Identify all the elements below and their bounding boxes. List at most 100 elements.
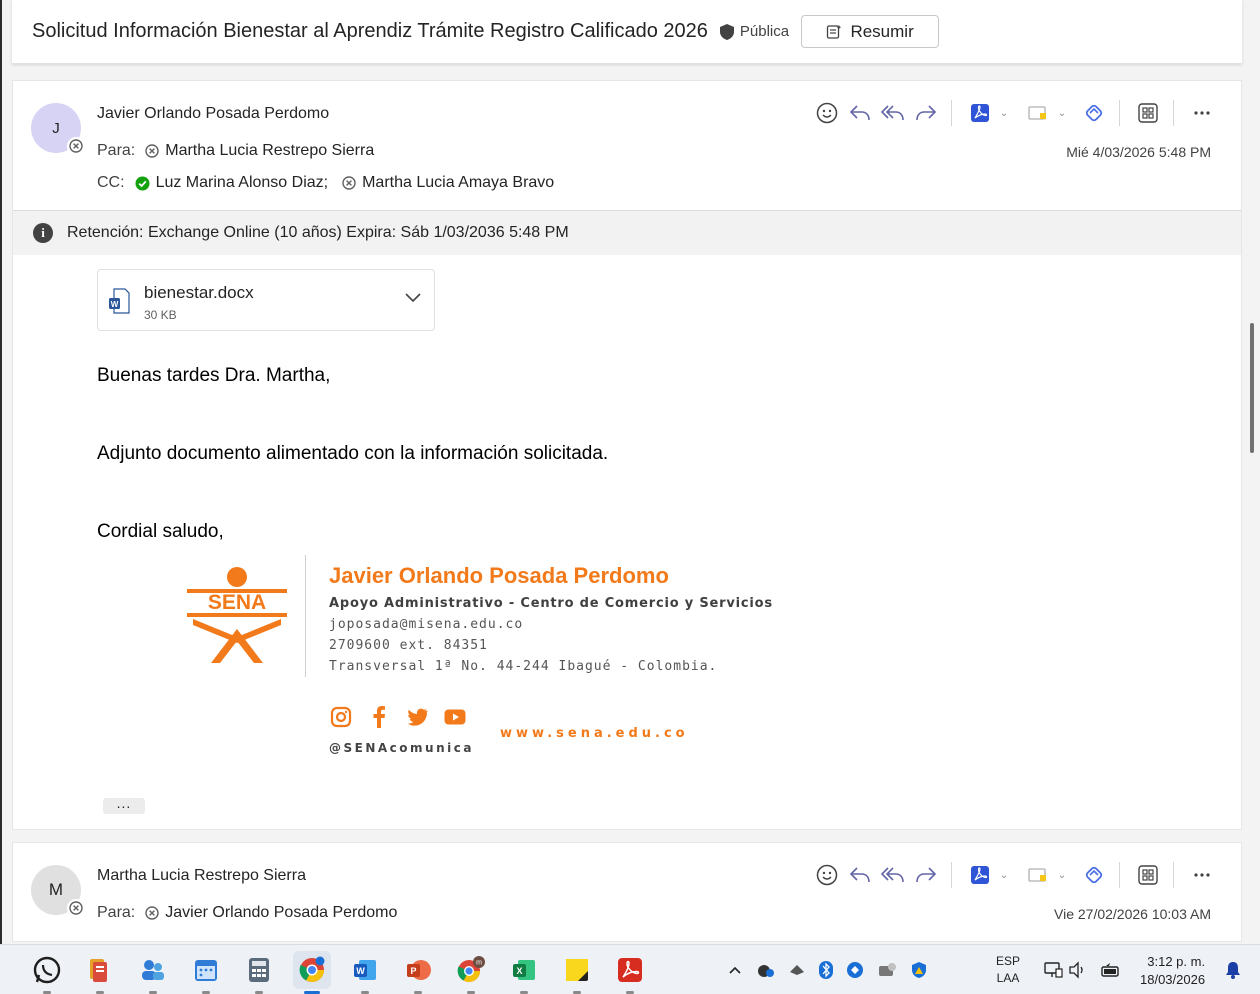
clock-time: 3:12 p. m. — [1147, 954, 1206, 969]
taskbar-indicator — [414, 990, 422, 994]
sender-name[interactable]: Martha Lucia Restrepo Sierra — [97, 867, 306, 885]
apps-icon[interactable] — [1133, 861, 1163, 889]
tag-icon[interactable] — [1023, 861, 1053, 889]
reply-icon[interactable] — [845, 99, 875, 127]
sticky-notes-icon[interactable] — [558, 951, 596, 994]
reaction-icon[interactable] — [812, 99, 842, 127]
chevron-down-icon[interactable]: ⌄ — [1055, 870, 1069, 881]
forward-icon[interactable] — [911, 99, 941, 127]
notification-bell-icon[interactable] — [1224, 960, 1242, 985]
chevron-down-icon[interactable]: ⌄ — [997, 870, 1011, 881]
calendar-icon[interactable] — [187, 951, 225, 994]
sender-name[interactable]: Javier Orlando Posada Perdomo — [97, 105, 329, 123]
taskbar-indicator — [202, 990, 210, 994]
recipient-name: Martha Lucia Restrepo Sierra — [165, 142, 375, 159]
recipient[interactable]: Martha Lucia Restrepo Sierra — [145, 142, 374, 160]
subject-bar: Solicitud Información Bienestar al Apren… — [12, 0, 1242, 64]
volume-icon[interactable] — [1068, 961, 1088, 984]
message-actions: ⌄ ⌄ — [809, 99, 1217, 127]
facebook-icon[interactable] — [367, 705, 391, 729]
scrollbar-thumb[interactable] — [1250, 323, 1254, 453]
loop-icon[interactable] — [1079, 99, 1109, 127]
attachment-card[interactable]: W bienestar.docx 30 KB — [97, 269, 435, 331]
presence-offline-icon — [67, 899, 85, 917]
system-clock[interactable]: 3:12 p. m. 18/03/2026 — [1140, 953, 1205, 989]
show-more-button[interactable]: ... — [103, 796, 145, 814]
taskbar-indicator — [626, 990, 634, 994]
avatar[interactable]: J — [31, 103, 85, 155]
chevron-down-icon[interactable]: ⌄ — [997, 108, 1011, 119]
youtube-icon[interactable] — [443, 705, 467, 729]
people-icon[interactable] — [134, 951, 172, 994]
more-options-icon[interactable] — [1187, 99, 1217, 127]
more-options-icon[interactable] — [1187, 861, 1217, 889]
taskbar-indicator — [149, 990, 157, 994]
chevron-up-icon[interactable] — [728, 965, 742, 975]
twitter-icon[interactable] — [405, 705, 429, 729]
reaction-icon[interactable] — [812, 861, 842, 889]
reply-all-icon[interactable] — [878, 99, 908, 127]
svg-text:W: W — [111, 300, 119, 309]
signature-address: Transversal 1ª No. 44-244 Ibagué - Colom… — [329, 659, 718, 674]
svg-text:P: P — [410, 966, 416, 976]
taskbar-indicator — [96, 990, 104, 994]
email-subject: Solicitud Información Bienestar al Apren… — [32, 20, 708, 42]
taskbar-indicator — [467, 990, 475, 994]
pdf-icon[interactable] — [965, 861, 995, 889]
bluetooth-icon[interactable] — [819, 961, 833, 979]
body-closing: Cordial saludo, — [97, 521, 224, 542]
info-icon: i — [33, 223, 53, 243]
to-label: Para: — [97, 904, 136, 921]
cloud-icon[interactable] — [755, 962, 775, 978]
tag-icon[interactable] — [1023, 99, 1053, 127]
chevron-down-icon[interactable] — [404, 290, 422, 308]
avatar[interactable]: M — [31, 865, 85, 917]
language-indicator[interactable]: ESP LAA — [996, 953, 1020, 987]
chrome-icon[interactable] — [293, 950, 331, 994]
pdf-icon[interactable] — [965, 99, 995, 127]
loop-icon[interactable] — [1079, 861, 1109, 889]
svg-text:X: X — [516, 966, 522, 976]
taskbar-indicator — [255, 990, 263, 994]
excel-icon[interactable]: X — [505, 951, 543, 994]
website-link[interactable]: www.sena.edu.co — [500, 726, 689, 741]
keyboard-layout: LAA — [996, 971, 1020, 985]
forward-icon[interactable] — [911, 861, 941, 889]
notes-icon[interactable] — [81, 951, 119, 994]
chrome-profile-icon[interactable]: m — [452, 951, 490, 994]
headset-icon[interactable] — [788, 962, 806, 978]
reply-icon[interactable] — [845, 861, 875, 889]
summarize-label: Resumir — [850, 21, 914, 41]
recipient[interactable]: Javier Orlando Posada Perdomo — [145, 904, 397, 922]
toolbar-divider — [1119, 862, 1120, 888]
instagram-icon[interactable] — [329, 705, 353, 729]
chevron-down-icon[interactable]: ⌄ — [1055, 108, 1069, 119]
taskbar-indicator — [304, 990, 320, 994]
sensitivity-label[interactable]: Pública — [719, 23, 789, 40]
summarize-button[interactable]: Resumir — [801, 15, 940, 48]
social-handle[interactable]: @SENAcomunica — [329, 741, 474, 755]
svg-text:W: W — [356, 966, 365, 976]
signature-email[interactable]: joposada@misena.edu.co — [329, 617, 523, 632]
sena-logo: SENA — [187, 567, 287, 668]
taskbar-indicator — [361, 990, 369, 994]
whatsapp-icon[interactable] — [28, 951, 66, 994]
reply-all-icon[interactable] — [878, 861, 908, 889]
cc-recipient[interactable]: Luz Marina Alonso Diaz; — [135, 174, 328, 192]
cc-recipient[interactable]: Martha Lucia Amaya Bravo — [342, 174, 554, 192]
calculator-icon[interactable] — [240, 951, 278, 994]
sena-logo-text: SENA — [208, 591, 266, 614]
to-line: Para: Javier Orlando Posada Perdomo — [97, 904, 397, 922]
taskbar-indicator — [520, 990, 528, 994]
acrobat-icon[interactable] — [611, 951, 649, 994]
security-icon[interactable] — [846, 961, 864, 979]
apps-icon[interactable] — [1133, 99, 1163, 127]
shield-warning-icon[interactable] — [910, 961, 928, 979]
word-icon[interactable]: W — [346, 951, 384, 994]
network-drive-icon[interactable] — [877, 962, 897, 978]
signature-phone: 2709600 ext. 84351 — [329, 638, 488, 653]
powerpoint-icon[interactable]: P — [399, 951, 437, 994]
battery-icon[interactable] — [1100, 962, 1122, 983]
display-icon[interactable] — [1044, 961, 1064, 984]
taskbar: W P m X ESP LAA 3:12 p. m. 18/03/2026 — [0, 944, 1260, 994]
